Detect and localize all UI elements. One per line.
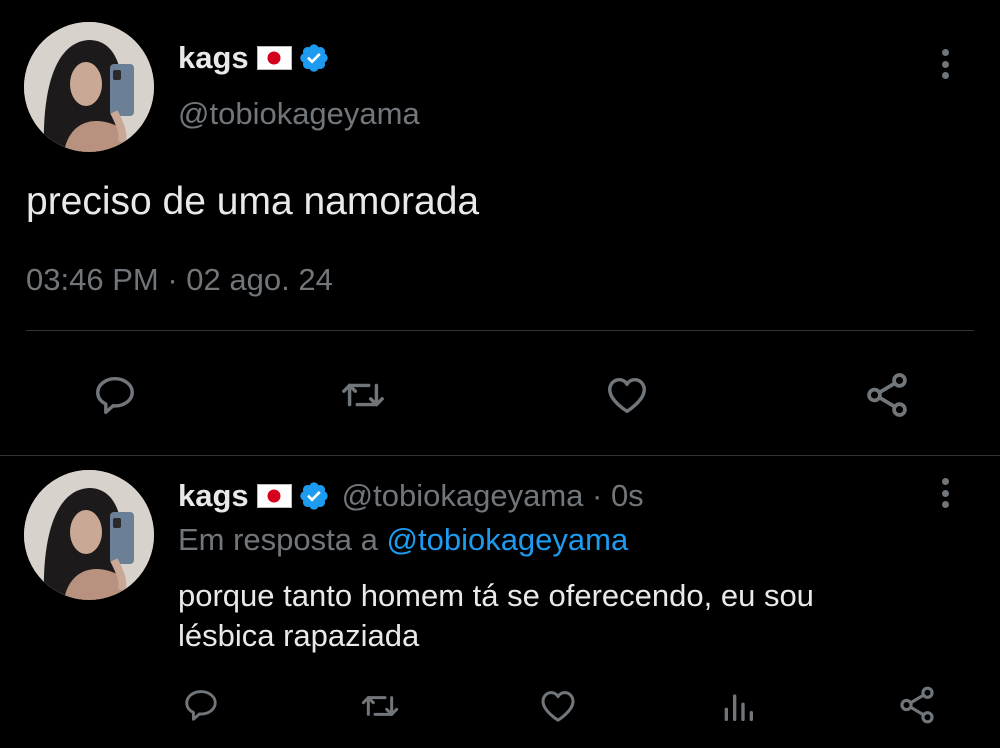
reply-icon[interactable]: [182, 686, 220, 724]
heart-icon[interactable]: [604, 372, 650, 418]
retweet-icon[interactable]: [340, 372, 386, 418]
tweet-time[interactable]: 03:46 PM: [26, 262, 159, 297]
reply-icon[interactable]: [92, 372, 138, 418]
reply-text-line-2: lésbica rapaziada: [178, 618, 420, 653]
tweet-meta: 03:46 PM · 02 ago. 24: [26, 262, 333, 298]
japan-flag-icon: [256, 484, 292, 508]
heart-icon[interactable]: [538, 686, 578, 726]
share-icon[interactable]: [862, 370, 912, 420]
more-vertical-icon[interactable]: [940, 49, 950, 79]
tweet-text: preciso de uma namorada: [26, 180, 480, 223]
tweet-date[interactable]: 02 ago. 24: [186, 262, 333, 297]
japan-flag-icon: .f1::after{width:12px;height:12px;}: [256, 46, 292, 70]
author-name-row: kags .f1::after{width:12px;height:12px;}: [178, 40, 330, 76]
analytics-icon[interactable]: [718, 686, 758, 726]
author-handle[interactable]: @tobiokageyama: [178, 96, 420, 132]
author-handle-time[interactable]: @tobiokageyama · 0s: [342, 478, 644, 514]
display-name[interactable]: kags: [178, 478, 249, 514]
author-name-row: kags @tobiokageyama · 0s: [178, 478, 644, 514]
reply-prefix: Em resposta a: [178, 522, 378, 557]
meta-separator: ·: [167, 262, 178, 297]
avatar[interactable]: [24, 470, 154, 600]
reply-text-line-1: porque tanto homem tá se oferecendo, eu …: [178, 578, 814, 613]
verified-badge-icon[interactable]: [298, 42, 330, 74]
verified-badge-icon[interactable]: [298, 480, 330, 512]
reply-to-link[interactable]: @tobiokageyama: [387, 522, 629, 557]
avatar[interactable]: [24, 22, 154, 152]
display-name[interactable]: kags: [178, 40, 249, 76]
avatar-image: [24, 22, 154, 152]
divider: [26, 330, 974, 331]
avatar-image: [24, 470, 154, 600]
share-icon[interactable]: [896, 684, 938, 726]
retweet-icon[interactable]: [360, 686, 400, 726]
more-vertical-icon[interactable]: [940, 478, 950, 508]
section-divider: [0, 455, 1000, 456]
reply-context: Em resposta a @tobiokageyama: [178, 522, 628, 558]
